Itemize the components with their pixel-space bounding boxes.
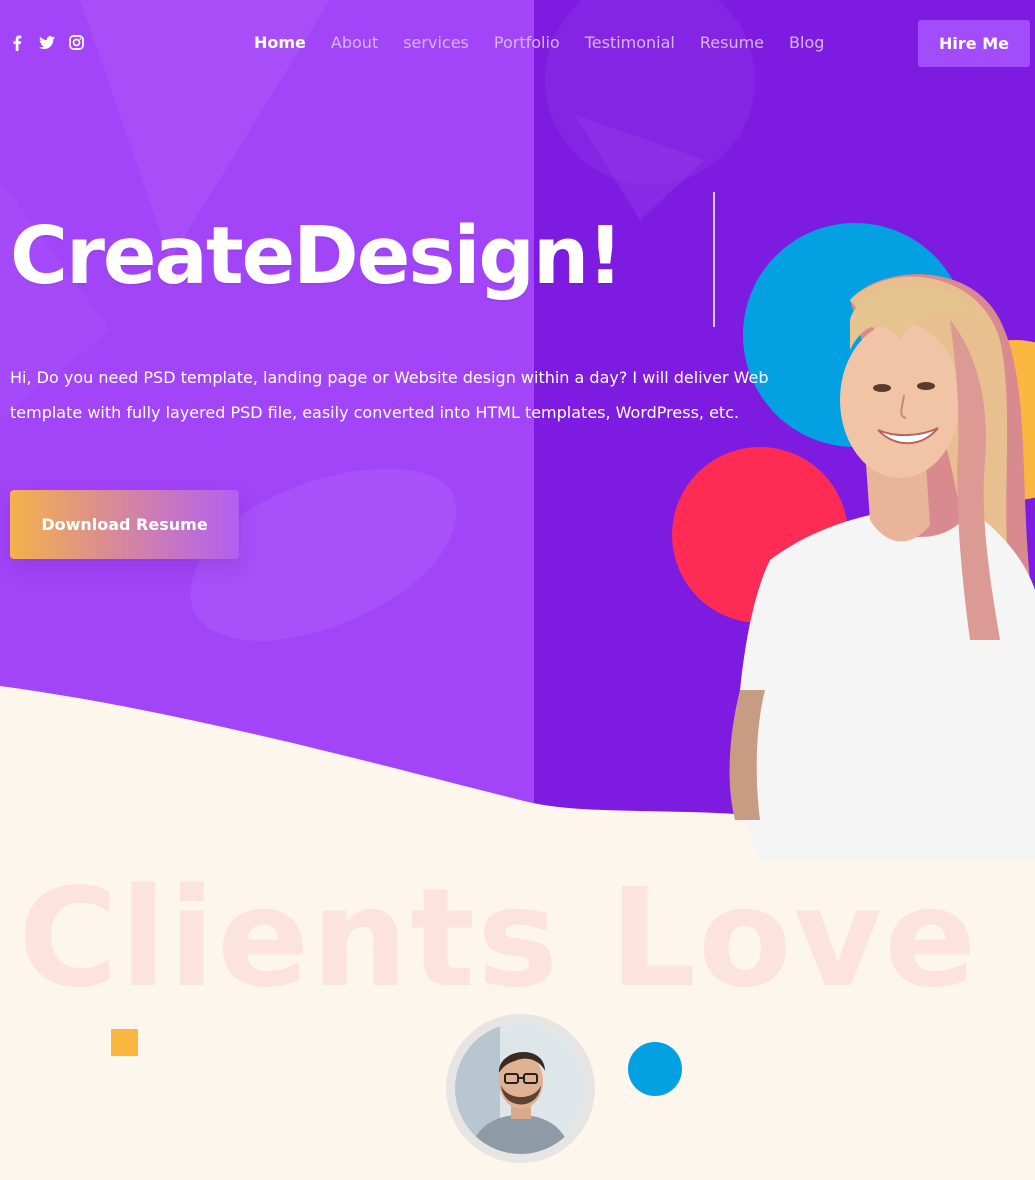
decorative-blue-dot — [628, 1042, 682, 1096]
client-photo-image — [455, 1023, 586, 1154]
menu-item-about[interactable]: About — [331, 33, 378, 52]
instagram-icon[interactable] — [68, 34, 85, 51]
social-links — [8, 34, 85, 51]
main-menu: Home About services Portfolio Testimonia… — [254, 33, 849, 52]
menu-item-testimonial[interactable]: Testimonial — [585, 33, 675, 52]
menu-item-resume[interactable]: Resume — [700, 33, 764, 52]
menu-item-services[interactable]: services — [403, 33, 469, 52]
decorative-yellow-square — [111, 1029, 138, 1056]
client-avatar — [446, 1014, 595, 1163]
menu-item-portfolio[interactable]: Portfolio — [494, 33, 560, 52]
hero-portrait-image — [729, 274, 1035, 860]
twitter-icon[interactable] — [38, 34, 55, 51]
hero-headline: CreateDesign! — [10, 210, 623, 302]
typing-cursor — [713, 192, 715, 327]
menu-item-home[interactable]: Home — [254, 33, 306, 52]
top-navigation: Home About services Portfolio Testimonia… — [0, 0, 1035, 88]
facebook-icon[interactable] — [8, 34, 25, 51]
hero-intro-text: Hi, Do you need PSD template, landing pa… — [10, 368, 769, 422]
download-resume-button[interactable]: Download Resume — [10, 490, 239, 559]
clients-love-watermark: Clients Love — [18, 860, 979, 1018]
hire-me-button[interactable]: Hire Me — [918, 20, 1030, 67]
menu-item-blog[interactable]: Blog — [789, 33, 824, 52]
